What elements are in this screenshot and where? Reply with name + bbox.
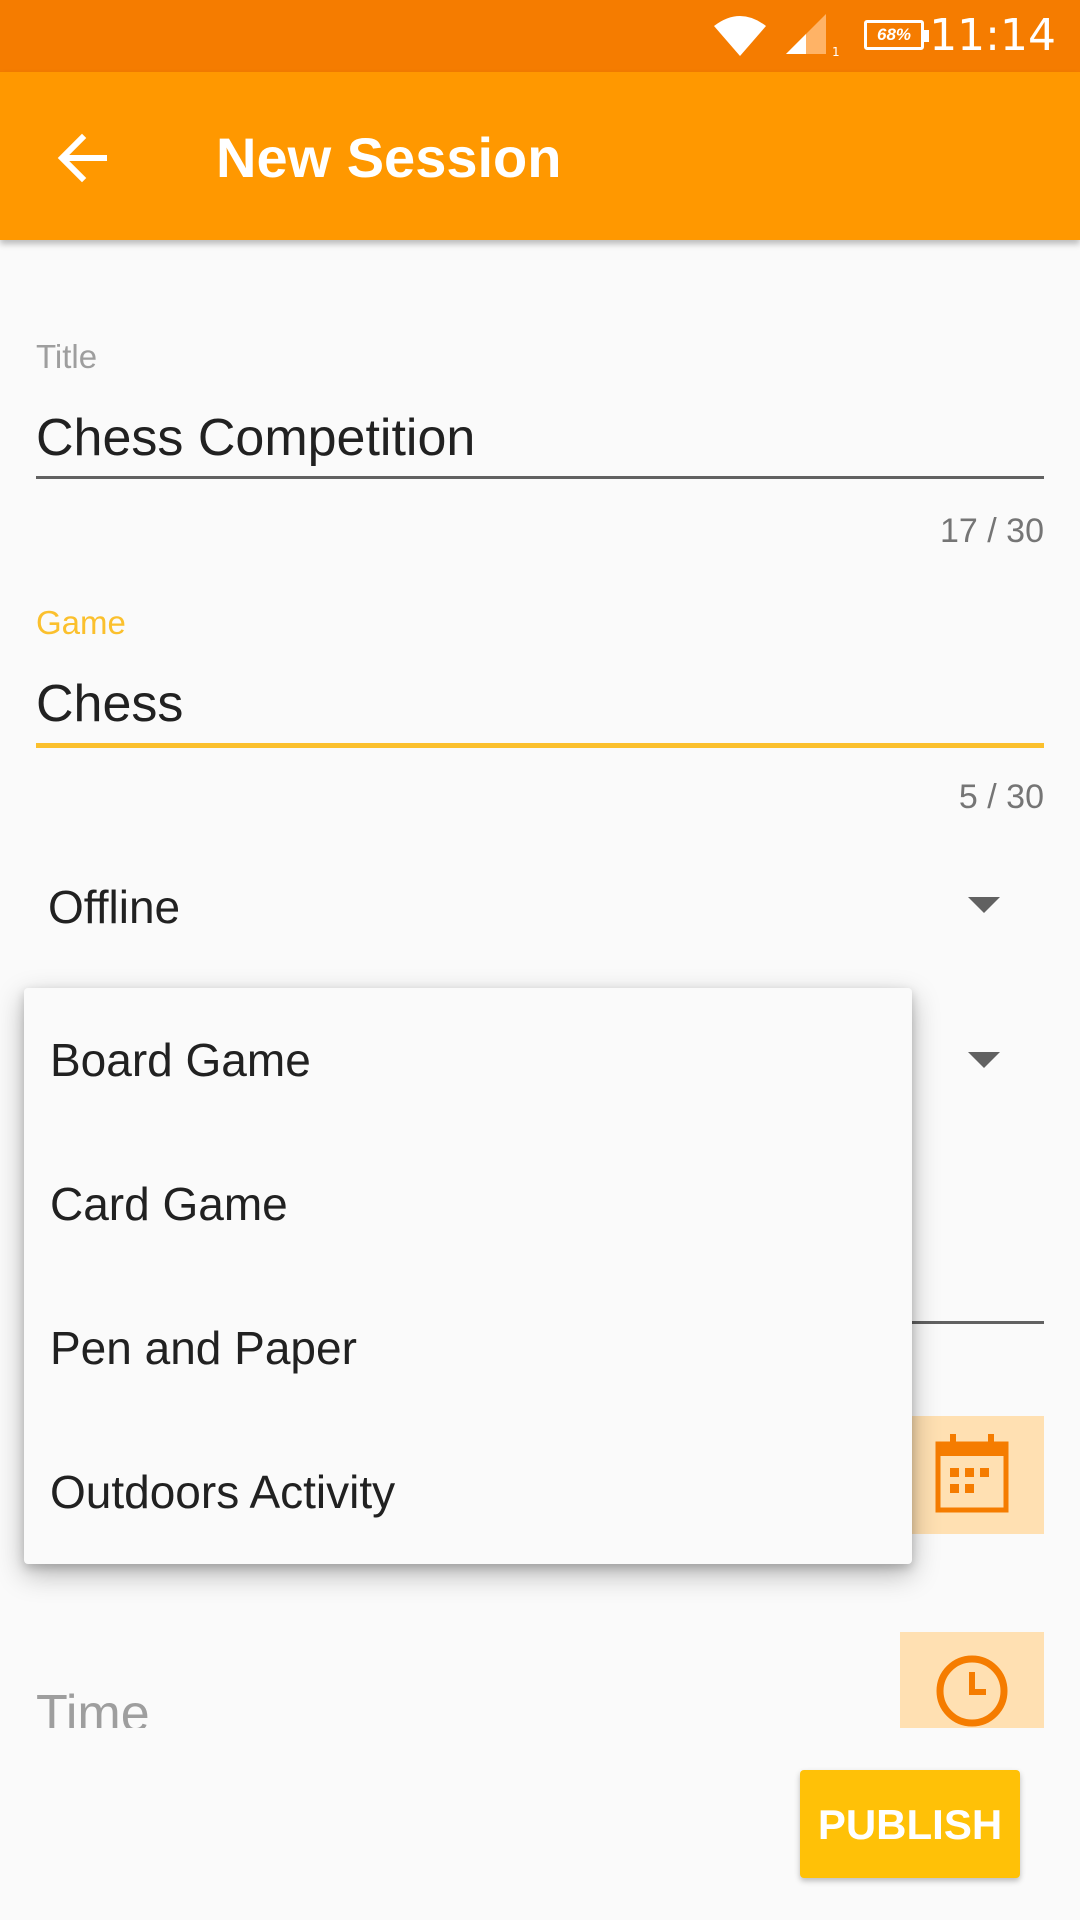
wifi-icon [714, 16, 766, 56]
chevron-down-icon[interactable] [968, 897, 1000, 913]
battery-level: 68% [876, 25, 912, 44]
title-field-underline [36, 476, 1044, 479]
page-title: New Session [216, 126, 562, 189]
dropdown-item-board-game[interactable]: Board Game [24, 988, 912, 1132]
dropdown-item-card-game[interactable]: Card Game [24, 1132, 912, 1276]
dropdown-item-pen-and-paper[interactable]: Pen and Paper [24, 1276, 912, 1420]
game-char-counter: 5 / 30 [958, 778, 1044, 816]
status-bar: 1 68% 11:14 [0, 0, 1080, 72]
publish-button[interactable]: PUBLISH [800, 1770, 1020, 1878]
clock-icon [936, 1655, 1008, 1727]
arrow-back-icon [57, 133, 107, 183]
calendar-icon [935, 1434, 1009, 1513]
title-field-label: Title [36, 338, 98, 375]
signal-badge: 1 [832, 45, 840, 58]
mode-spinner[interactable]: Offline [48, 880, 180, 934]
category-spinner-arrow-icon[interactable] [968, 1052, 1000, 1068]
title-field[interactable]: Chess Competition [36, 408, 475, 468]
date-picker-button[interactable] [900, 1416, 1044, 1534]
game-field-underline [36, 743, 1044, 748]
dropdown-item-outdoors-activity[interactable]: Outdoors Activity [24, 1420, 912, 1564]
back-button[interactable] [48, 122, 120, 194]
game-field-label: Game [36, 604, 126, 641]
app-bar: New Session [0, 72, 1080, 240]
cell-signal-icon: 1 [786, 14, 840, 58]
game-field[interactable]: Chess [36, 674, 183, 734]
status-time: 11:14 [929, 10, 1056, 61]
category-dropdown-menu: Board Game Card Game Pen and Paper Outdo… [24, 988, 912, 1564]
title-char-counter: 17 / 30 [940, 512, 1044, 550]
time-picker-button[interactable] [900, 1632, 1044, 1728]
battery-icon: 68% [864, 20, 929, 50]
